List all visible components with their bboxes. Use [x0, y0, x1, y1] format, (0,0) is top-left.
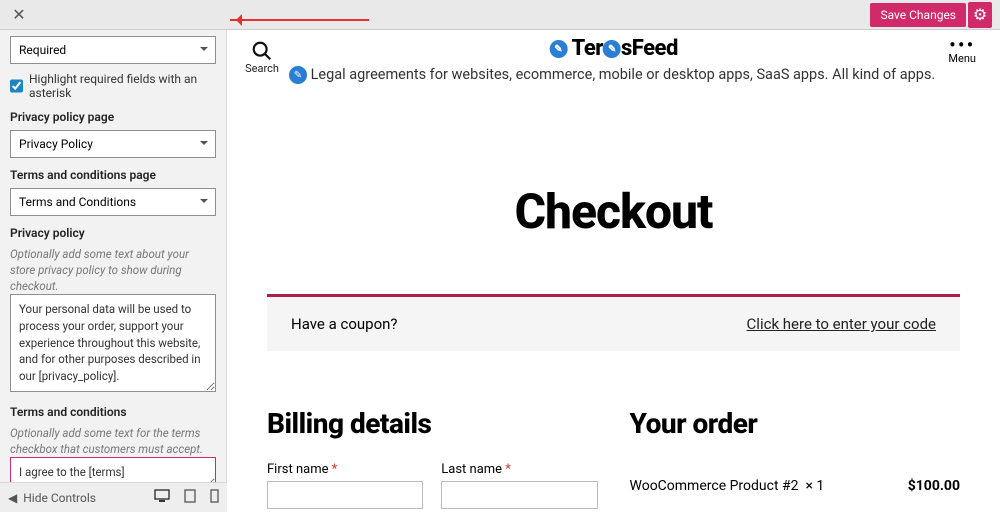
edit-shortcut-icon[interactable]: ✎ — [289, 66, 307, 84]
dots-icon: ••• — [948, 38, 976, 52]
settings-gear-button[interactable]: ⚙ — [968, 2, 992, 28]
edit-shortcut-icon[interactable]: ✎ — [603, 40, 621, 58]
coupon-question: Have a coupon? — [291, 315, 398, 333]
search-icon — [251, 40, 273, 62]
order-price: $100.00 — [908, 478, 960, 494]
hide-controls-label: Hide Controls — [23, 491, 96, 505]
device-tablet-icon[interactable] — [184, 489, 196, 506]
close-button[interactable]: ✕ — [8, 4, 30, 26]
hide-controls-button[interactable]: ◀ Hide Controls — [8, 491, 96, 505]
last-name-label: Last name — [441, 462, 502, 477]
save-changes-button[interactable]: Save Changes — [870, 3, 966, 27]
menu-label: Menu — [948, 52, 976, 65]
order-row: WooCommerce Product #2 × 1 $100.00 — [630, 478, 961, 494]
highlight-checkbox-row[interactable]: Highlight required fields with an asteri… — [10, 72, 216, 100]
search-button[interactable]: Search — [242, 40, 282, 75]
phone-field-select[interactable]: Required — [10, 36, 216, 64]
privacy-policy-hint: Optionally add some text about your stor… — [10, 246, 216, 294]
device-mobile-icon[interactable] — [210, 489, 219, 506]
required-asterisk: * — [332, 462, 338, 477]
last-name-input[interactable] — [441, 481, 597, 509]
coupon-notice: Have a coupon? Click here to enter your … — [267, 294, 960, 351]
edit-shortcut-icon[interactable]: ✎ — [549, 40, 567, 58]
site-logo[interactable]: ✎ Ter✎sFeed — [549, 36, 678, 61]
site-tagline: ✎ Legal agreements for websites, ecommer… — [289, 66, 940, 84]
first-name-input[interactable] — [267, 481, 423, 509]
terms-page-select[interactable]: Terms and Conditions — [10, 188, 216, 216]
coupon-link[interactable]: Click here to enter your code — [747, 315, 936, 333]
required-asterisk: * — [505, 462, 511, 477]
page-title: Checkout — [227, 183, 1000, 240]
privacy-page-select[interactable]: Privacy Policy — [10, 130, 216, 158]
terms-label: Terms and conditions — [10, 405, 216, 419]
save-label: Save Changes — [880, 8, 956, 22]
chevron-left-icon: ◀ — [8, 491, 17, 505]
highlight-checkbox[interactable] — [10, 79, 23, 93]
privacy-policy-textarea[interactable]: Your personal data will be used to proce… — [10, 294, 216, 391]
terms-textarea[interactable]: I agree to the [terms] — [10, 457, 216, 482]
gear-icon: ⚙ — [973, 5, 987, 24]
order-heading: Your order — [630, 407, 961, 440]
privacy-page-label: Privacy policy page — [10, 110, 216, 124]
billing-heading: Billing details — [267, 407, 598, 440]
first-name-label: First name — [267, 462, 328, 477]
annotation-arrow — [230, 16, 375, 24]
device-desktop-icon[interactable] — [154, 489, 170, 506]
customizer-panel: Required Highlight required fields with … — [0, 30, 227, 482]
search-label: Search — [245, 62, 279, 75]
terms-page-label: Terms and conditions page — [10, 168, 216, 182]
customizer-footer: ◀ Hide Controls — [0, 482, 227, 512]
preview-pane: Search ✎ Ter✎sFeed ✎ Legal agreements fo… — [227, 30, 1000, 512]
highlight-label: Highlight required fields with an asteri… — [29, 72, 216, 100]
menu-button[interactable]: ••• Menu — [948, 38, 976, 65]
terms-hint: Optionally add some text for the terms c… — [10, 425, 216, 457]
privacy-policy-label: Privacy policy — [10, 226, 216, 240]
